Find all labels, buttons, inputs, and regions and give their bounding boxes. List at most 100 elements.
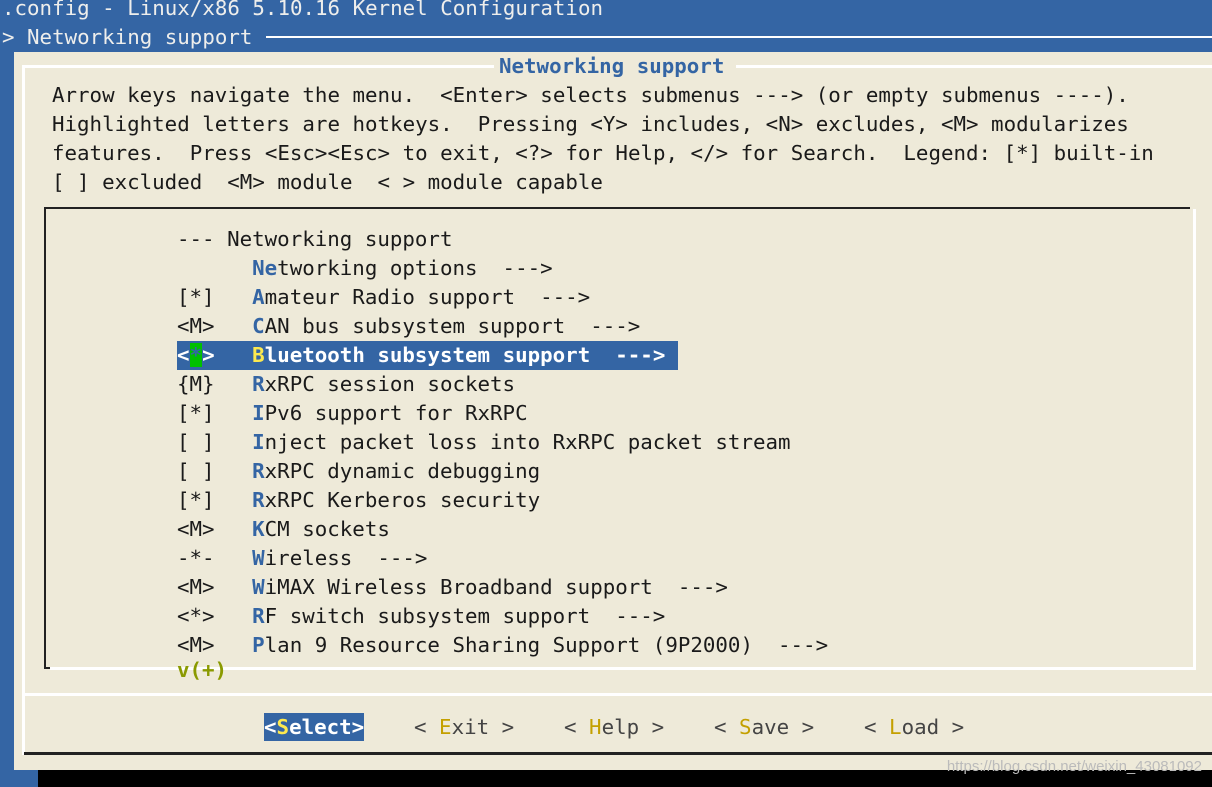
menu-item-state[interactable]: <M> (177, 517, 215, 541)
menu-item-label: Pv6 support for RxRPC (264, 401, 528, 425)
menu-item-hotkey: Ne (252, 256, 278, 280)
menu-item-label: AN bus subsystem support ---> (264, 314, 641, 338)
cursor: * (189, 343, 203, 367)
button-save[interactable]: < Save > (714, 713, 814, 741)
menu-item-label: F switch subsystem support ---> (264, 604, 666, 628)
menu-item-label: mateur Radio support ---> (264, 285, 591, 309)
button-post: > (789, 715, 815, 739)
menu-item-label: nject packet loss into RxRPC packet stre… (264, 430, 791, 454)
menu-item-hotkey: K (252, 517, 265, 541)
menu-item-state[interactable]: [*] (177, 401, 215, 425)
menu-item-state[interactable]: -*- (177, 546, 215, 570)
help-line: features. Press <Esc><Esc> to exit, <?> … (52, 141, 1154, 165)
menu-item[interactable]: {M} RxRPC session sockets (177, 370, 515, 399)
menu-item-hotkey: R (252, 604, 265, 628)
menu-item-hotkey: W (252, 575, 265, 599)
menu-item[interactable]: Networking options ---> (177, 254, 553, 283)
menu-item-label: xRPC Kerberos security (264, 488, 541, 512)
button-pre: < (564, 715, 590, 739)
menu-item-label: Networking support (227, 227, 453, 251)
menu-item-label: CM sockets (264, 517, 390, 541)
menu-item-state[interactable] (177, 256, 215, 280)
menu-item-hotkey: A (252, 285, 265, 309)
menu-item-state[interactable]: <*> (177, 343, 215, 367)
menu-item[interactable]: [ ] Inject packet loss into RxRPC packet… (177, 428, 791, 457)
dialog-title: Networking support (499, 54, 725, 78)
dialog-frame-top-left (22, 65, 494, 68)
button-post: > (351, 715, 365, 739)
menu-item-state[interactable]: --- (177, 227, 215, 251)
breadcrumb: > Networking support (2, 25, 253, 49)
menu-item-label: xRPC dynamic debugging (264, 459, 541, 483)
menu-item-selected[interactable]: <*> Bluetooth subsystem support ---> (177, 341, 678, 370)
help-line: Highlighted letters are hotkeys. Pressin… (52, 112, 1129, 136)
button-rest: xit (451, 715, 490, 739)
menu-item-label: luetooth subsystem support ---> (264, 343, 666, 367)
menu-item-state[interactable]: [ ] (177, 459, 215, 483)
more-indicator: v(+) (177, 658, 228, 682)
menu-item-hotkey: P (252, 633, 265, 657)
menu-item-state[interactable]: [ ] (177, 430, 215, 454)
menu-item-state[interactable]: [*] (177, 488, 215, 512)
button-rest: ave (751, 715, 790, 739)
breadcrumb-rule (266, 36, 1212, 38)
menu-item[interactable]: -*- Wireless ---> (177, 544, 427, 573)
watermark: https://blog.csdn.net/weixin_43081092 (946, 758, 1202, 775)
button-rest: elp (601, 715, 640, 739)
button-load[interactable]: < Load > (864, 713, 964, 741)
dialog-frame-top-right (736, 65, 1212, 68)
menu-item-state[interactable]: [*] (177, 285, 215, 309)
menu-item-label: ireless ---> (264, 546, 428, 570)
help-line: [ ] excluded <M> module < > module capab… (52, 170, 603, 194)
button-rest: elect (289, 715, 352, 739)
menu-item[interactable]: [*] Amateur Radio support ---> (177, 283, 590, 312)
button-hotkey: H (589, 715, 602, 739)
menu-item[interactable]: <M> KCM sockets (177, 515, 390, 544)
button-exit[interactable]: < Exit > (414, 713, 514, 741)
button-hotkey: E (439, 715, 452, 739)
menu-item-state[interactable]: <M> (177, 314, 215, 338)
menu-item-label: xRPC session sockets (264, 372, 516, 396)
menu-item[interactable]: <*> RF switch subsystem support ---> (177, 602, 665, 631)
button-hotkey: S (276, 715, 290, 739)
window-title: .config - Linux/x86 5.10.16 Kernel Confi… (2, 0, 603, 20)
menu-item[interactable]: <M> CAN bus subsystem support ---> (177, 312, 640, 341)
menu-item-state[interactable]: <*> (177, 604, 215, 628)
menu-item[interactable]: [*] RxRPC Kerberos security (177, 486, 540, 515)
terminal-background-strip (0, 770, 38, 787)
button-pre: < (714, 715, 740, 739)
menu-item-label: iMAX Wireless Broadband support ---> (264, 575, 728, 599)
menu-item[interactable]: [*] IPv6 support for RxRPC (177, 399, 528, 428)
menu-item-state[interactable]: <M> (177, 633, 215, 657)
menu-box-right (1193, 209, 1196, 670)
help-line: Arrow keys navigate the menu. <Enter> se… (52, 83, 1129, 107)
button-post: > (939, 715, 965, 739)
menu-item[interactable]: <M> WiMAX Wireless Broadband support ---… (177, 573, 728, 602)
button-hotkey: L (889, 715, 902, 739)
dialog-separator (22, 693, 1212, 696)
menu-item-state[interactable]: {M} (177, 372, 215, 396)
button-hotkey: S (739, 715, 752, 739)
button-help[interactable]: < Help > (564, 713, 664, 741)
button-pre: < (414, 715, 440, 739)
menu-item[interactable]: <M> Plan 9 Resource Sharing Support (9P2… (177, 631, 828, 660)
menu-item[interactable]: [ ] RxRPC dynamic debugging (177, 457, 540, 486)
button-select[interactable]: <Select> (264, 713, 365, 741)
menu-item[interactable]: --- Networking support (177, 225, 452, 254)
button-pre: < (264, 715, 277, 739)
menu-item-hotkey: C (252, 314, 265, 338)
menu-item-hotkey: R (252, 488, 265, 512)
menu-item-state[interactable]: <M> (177, 575, 215, 599)
